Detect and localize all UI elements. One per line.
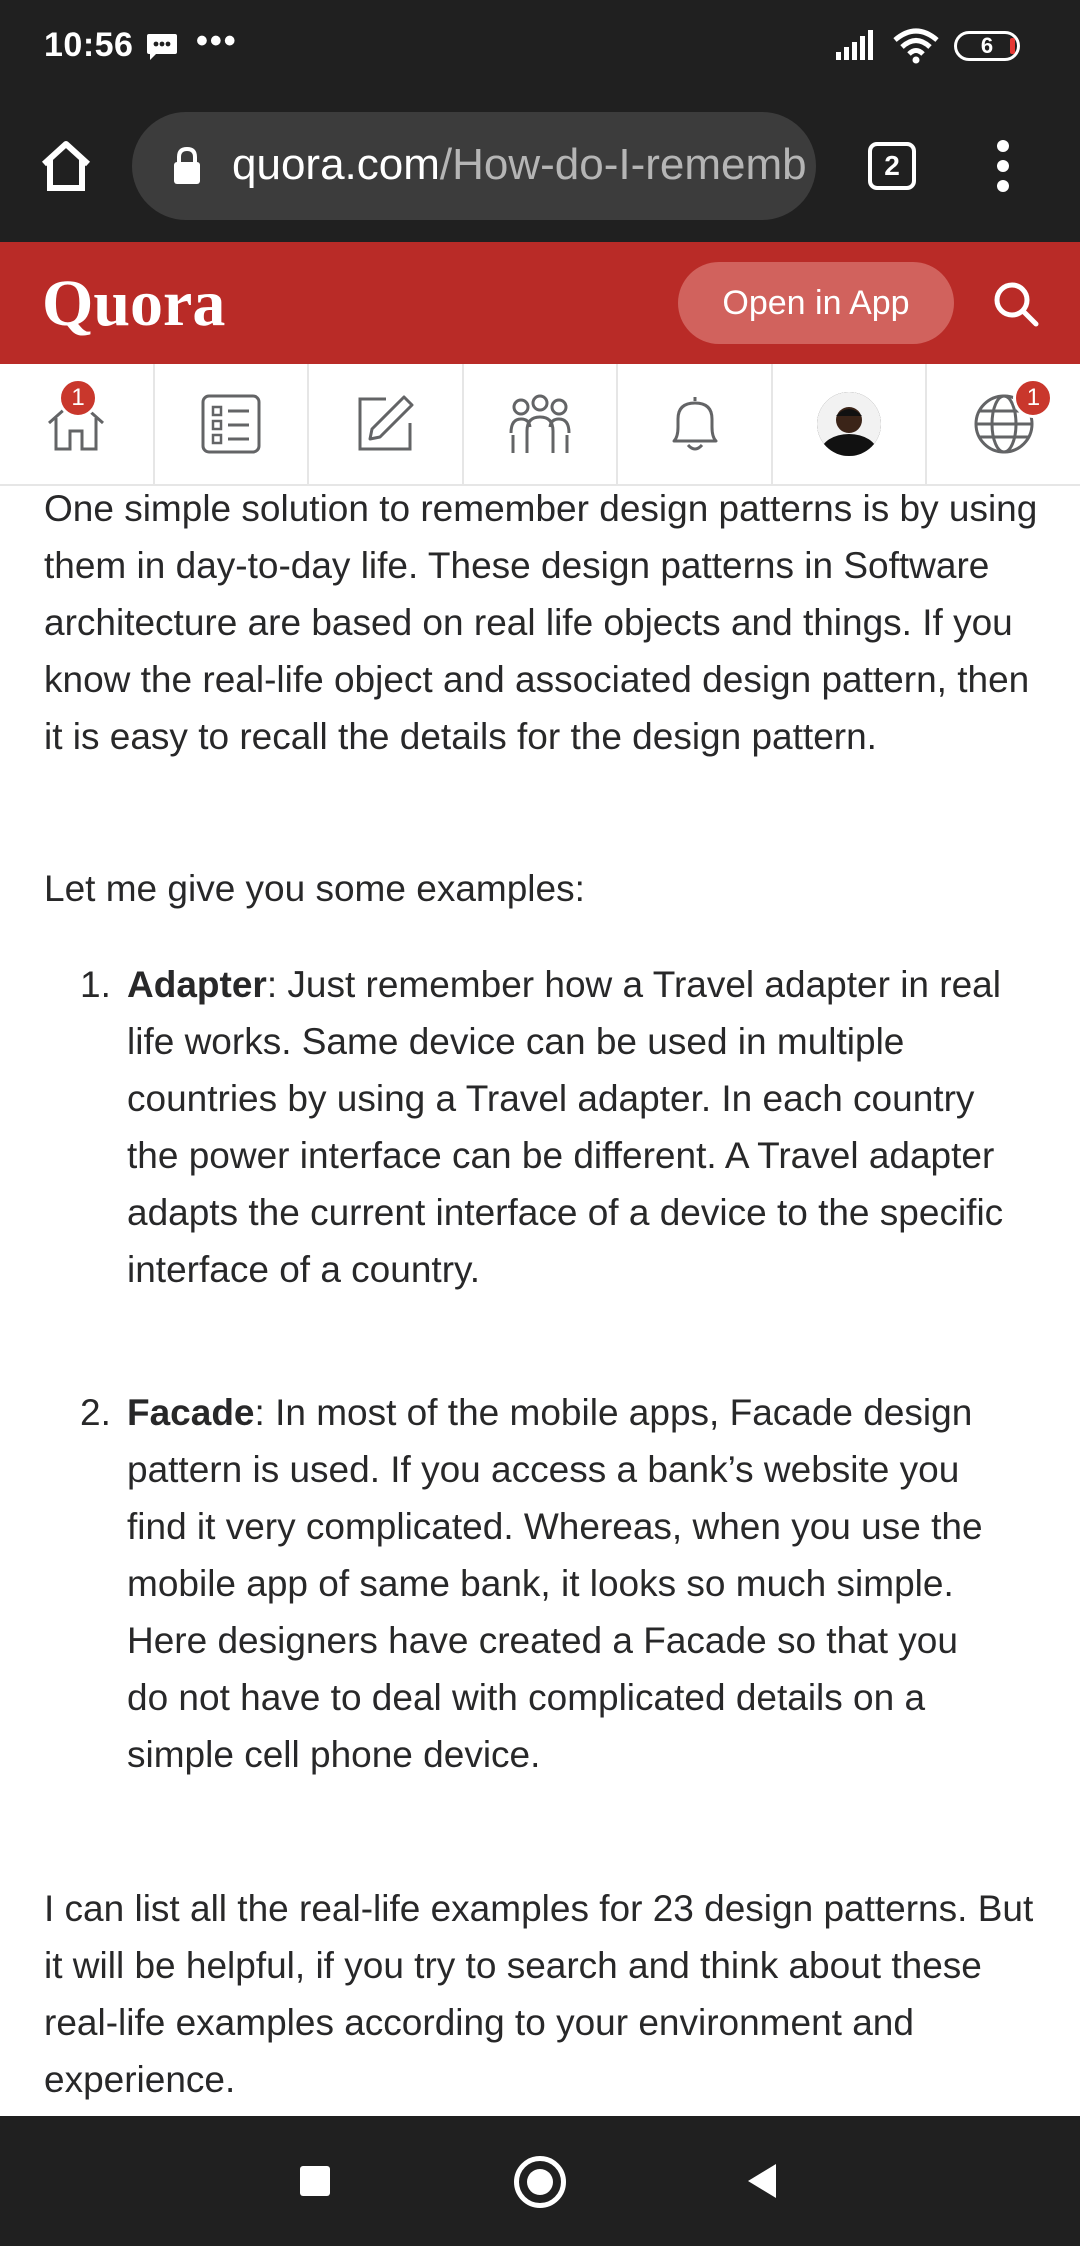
battery-level: 6 [980,33,994,58]
message-icon [146,32,178,67]
browser-toolbar: quora.com/How-do-I-rememb 2 [0,96,1080,242]
url-domain: quora.com [232,140,440,189]
spaces-icon [509,394,571,453]
nav-write[interactable] [309,364,464,484]
list-item-description: : Just remember how a Travel adapter in … [127,964,1004,1290]
signal-icon [836,30,880,65]
battery-low-indicator [1010,38,1015,54]
nav-languages[interactable]: 1 [927,364,1080,484]
write-icon [358,395,414,451]
list-number: 1. [80,964,111,1005]
nav-answer[interactable] [155,364,310,484]
list-item-text: Adapter: Just remember how a Travel adap… [127,956,1007,1298]
answer-paragraph: I can list all the real-life examples fo… [44,1888,1034,2100]
languages-badge: 1 [1013,378,1054,418]
lock-icon [172,146,202,191]
list-item-description: : In most of the mobile apps, Facade des… [127,1392,983,1775]
status-time: 10:56 [44,26,134,64]
nav-notifications[interactable] [618,364,773,484]
open-in-app-button[interactable]: Open in App [678,262,954,344]
battery-icon: 6 [954,31,1020,61]
nav-home[interactable]: 1 [0,364,155,484]
quora-nav-bar: 1 1 [0,364,1080,486]
quora-logo[interactable]: Quora [42,266,225,342]
answer-paragraph: Let me give you some examples: [44,868,585,909]
home-badge: 1 [58,378,98,418]
answer-list-icon [201,394,261,454]
wifi-icon [892,28,940,69]
url-path: /How-do-I-rememb [439,140,807,189]
search-icon[interactable] [990,278,1042,330]
list-item-term: Adapter [127,964,267,1005]
address-bar[interactable]: quora.com/How-do-I-rememb [132,112,816,220]
status-bar: 10:56 ••• 6 [0,0,1080,96]
nav-spaces[interactable] [464,364,619,484]
recents-square-icon[interactable] [300,2166,330,2196]
avatar [817,392,882,456]
more-vert-icon[interactable] [990,140,1016,194]
bell-icon [672,397,718,451]
tabs-icon[interactable]: 2 [868,142,916,190]
home-circle-icon[interactable] [514,2156,566,2208]
quora-header: Quora Open in App [0,242,1080,364]
answer-content: One simple solution to remember design p… [0,486,1080,2116]
status-more-dots: ••• [196,22,238,60]
nav-profile[interactable] [773,364,928,484]
home-icon[interactable] [36,136,96,196]
back-triangle-icon[interactable] [746,2162,778,2205]
answer-paragraph: One simple solution to remember design p… [44,488,1038,757]
list-item-term: Facade [127,1392,255,1433]
list-item-text: Facade: In most of the mobile apps, Faca… [127,1384,1007,1783]
url-text: quora.com/How-do-I-rememb [232,140,807,190]
android-navigation-bar [0,2116,1080,2246]
list-number: 2. [80,1392,111,1433]
